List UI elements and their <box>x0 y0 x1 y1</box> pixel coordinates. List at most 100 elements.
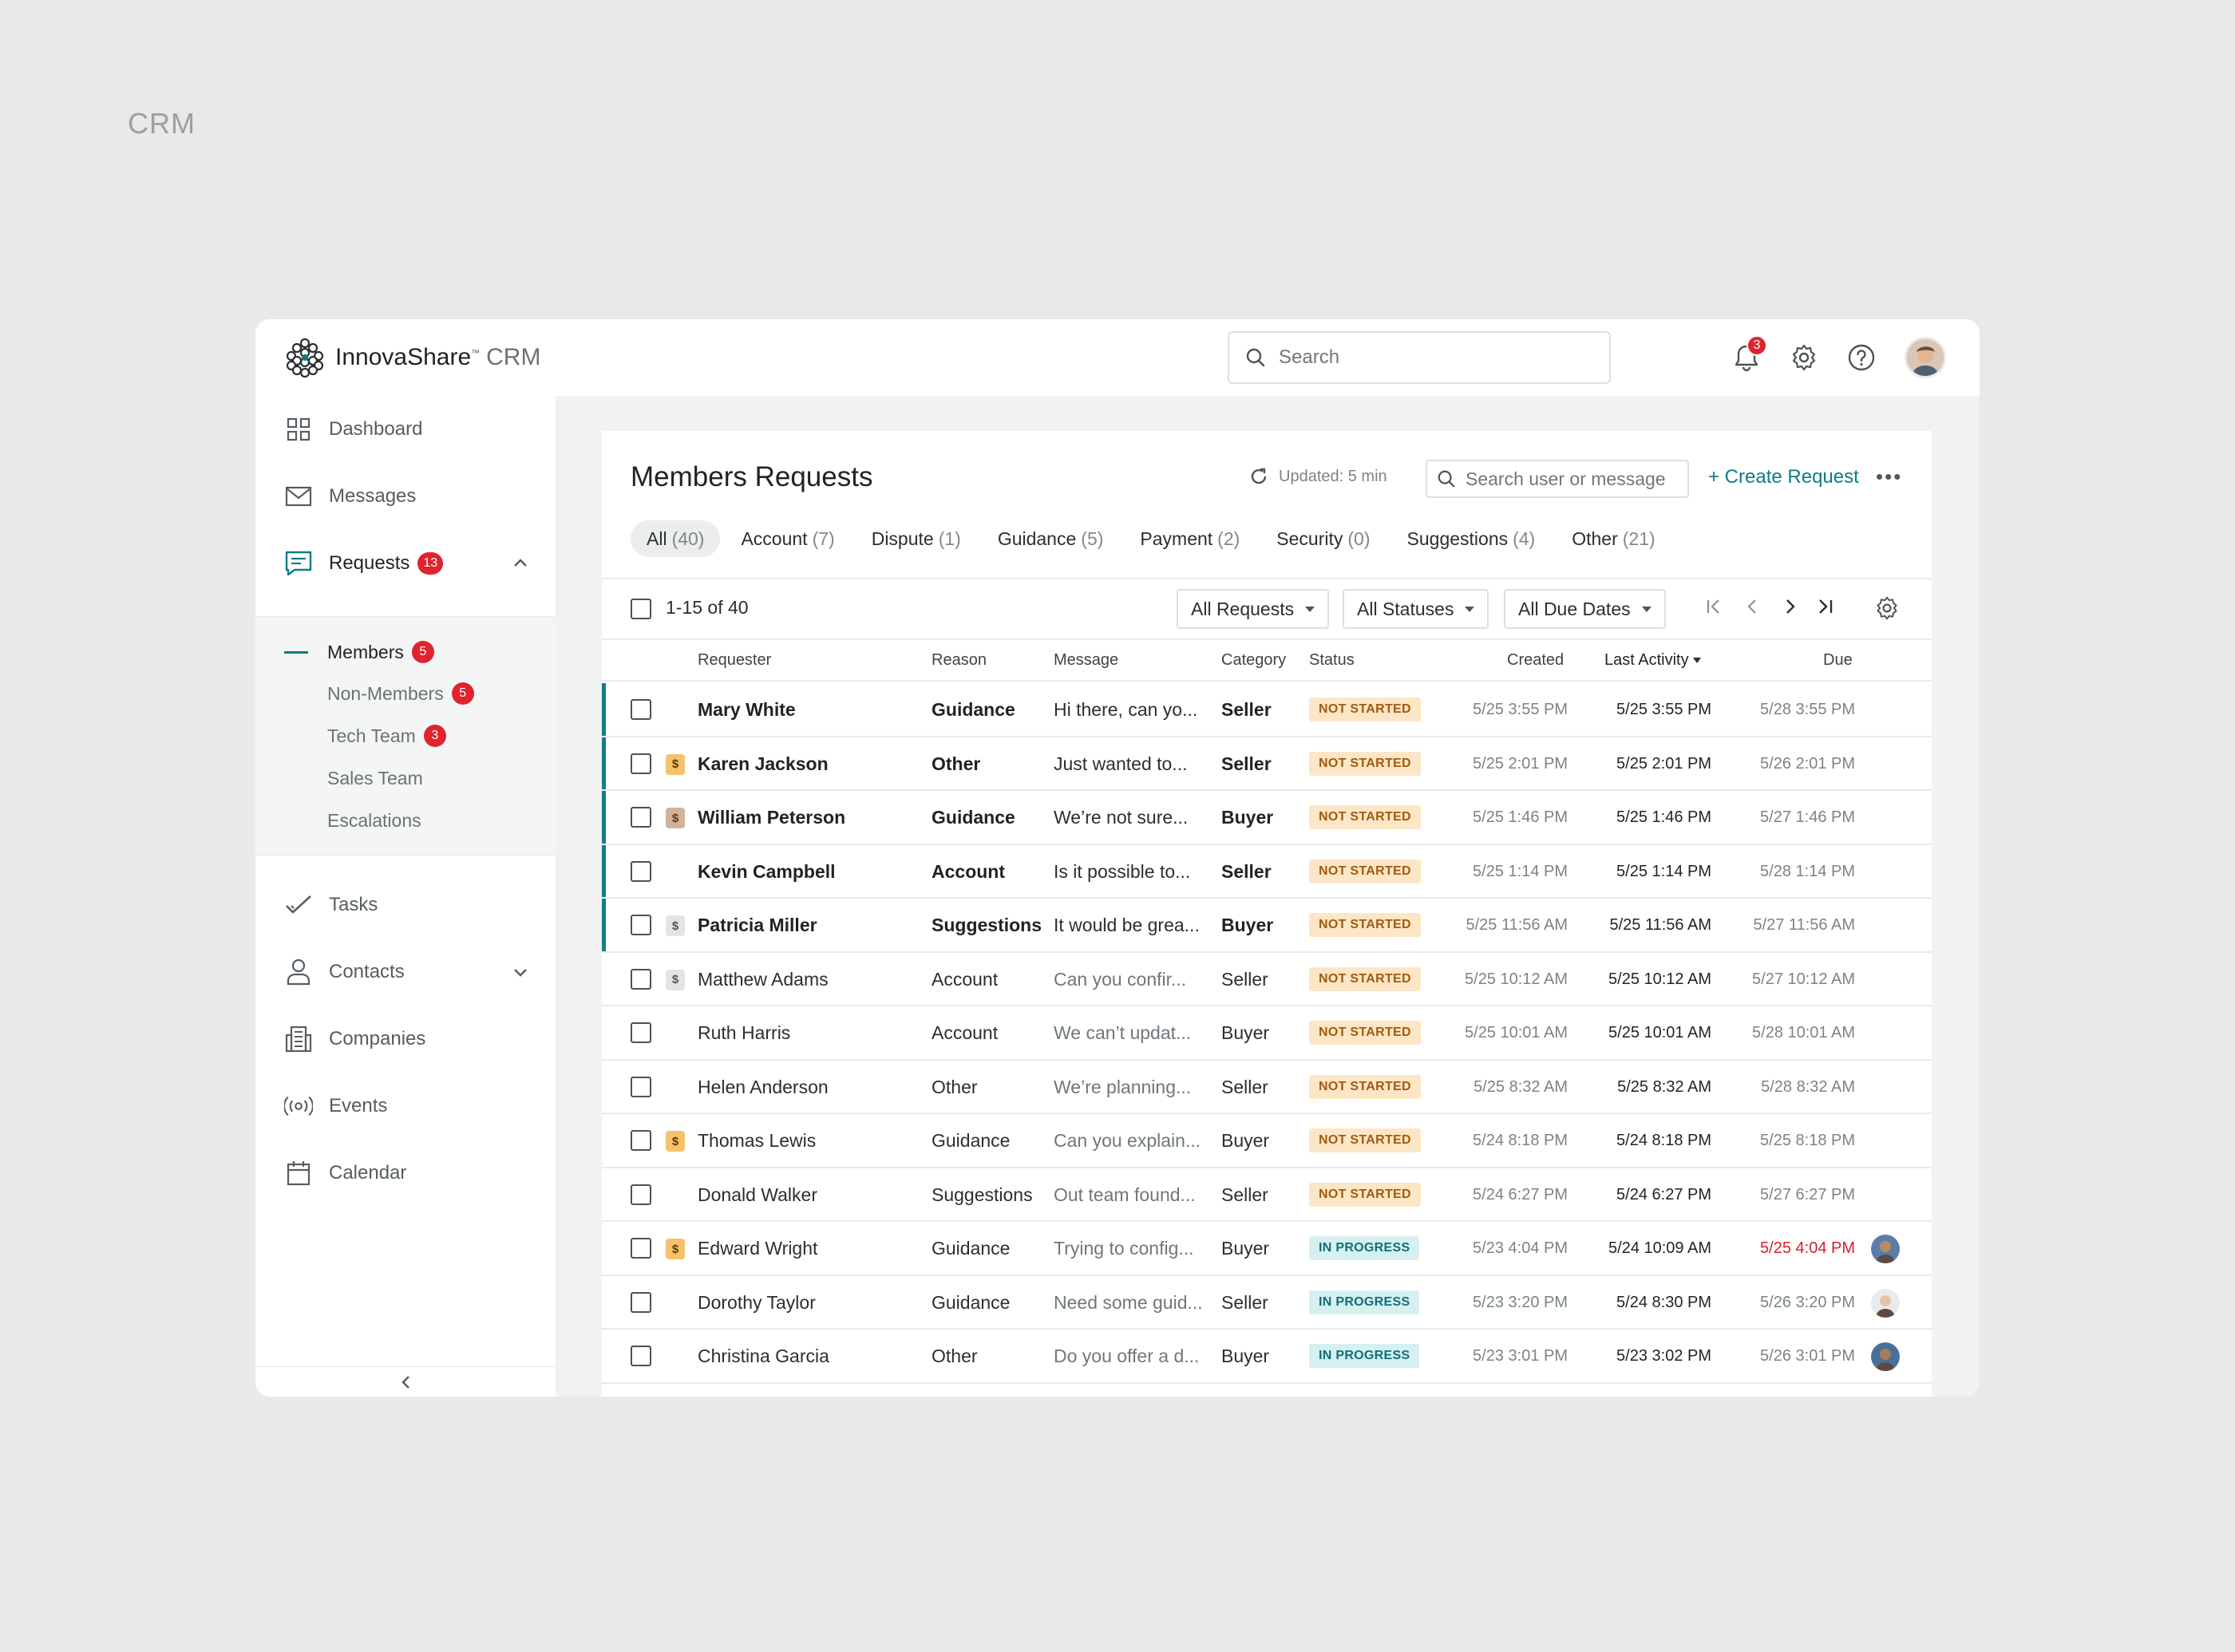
assignee-avatar[interactable] <box>1871 1235 1900 1263</box>
table-row[interactable]: $ Matthew Adams Account Can you confir... Se… <box>602 953 1932 1006</box>
requester-name[interactable]: Mary White <box>698 699 796 721</box>
settings-button[interactable] <box>1786 340 1822 375</box>
row-checkbox[interactable] <box>631 1346 651 1366</box>
notifications-button[interactable]: 3 <box>1729 335 1767 375</box>
requester-name[interactable]: Edward Wright <box>698 1238 817 1259</box>
assignee-avatar[interactable] <box>1871 1342 1900 1371</box>
create-request-button[interactable]: + Create Request <box>1708 466 1859 488</box>
row-checkbox[interactable] <box>631 1022 651 1043</box>
collapse-sidebar-button[interactable] <box>255 1366 556 1397</box>
requester-name[interactable]: Helen Anderson <box>698 1077 829 1098</box>
requester-name[interactable]: Christina Garcia <box>698 1346 829 1367</box>
sidebar-item-contacts[interactable]: Contacts <box>255 939 556 1006</box>
requester-name[interactable]: Karen Jackson <box>698 753 829 775</box>
column-requester[interactable]: Requester <box>698 651 771 670</box>
next-page-icon[interactable] <box>1780 597 1799 616</box>
row-checkbox[interactable] <box>631 753 651 774</box>
table-settings-icon[interactable] <box>1874 595 1900 621</box>
column-due[interactable]: Due <box>1823 651 1853 670</box>
message-preview[interactable]: We can’t updat... <box>1054 1022 1191 1044</box>
requester-name[interactable]: Thomas Lewis <box>698 1130 816 1152</box>
sidebar-item-tasks[interactable]: Tasks <box>255 871 556 939</box>
tab-all[interactable]: All (40) <box>631 520 721 557</box>
message-preview[interactable]: Can you explain... <box>1054 1130 1201 1152</box>
row-checkbox[interactable] <box>631 699 651 720</box>
table-row[interactable]: Mary White Guidance Hi there, can yo... Sel… <box>602 683 1932 737</box>
sidebar-item-messages[interactable]: Messages <box>255 463 556 530</box>
sidebar-item-dashboard[interactable]: Dashboard <box>255 396 556 463</box>
refresh-status[interactable]: Updated: 5 min <box>1248 466 1387 487</box>
assignee-avatar[interactable] <box>1871 1288 1900 1318</box>
previous-page-icon[interactable] <box>1743 597 1762 616</box>
message-preview[interactable]: We’re not sure... <box>1054 807 1188 828</box>
sidebar-item-companies[interactable]: Companies <box>255 1006 556 1073</box>
table-row[interactable]: $ Karen Jackson Other Just wanted to... Sell… <box>602 737 1932 791</box>
row-checkbox[interactable] <box>631 968 651 990</box>
status-filter-dropdown[interactable]: All Statuses <box>1343 589 1489 629</box>
row-checkbox[interactable] <box>631 915 651 935</box>
column-created[interactable]: Created <box>1507 651 1564 670</box>
tab-suggestions[interactable]: Suggestions (4) <box>1391 520 1552 557</box>
message-preview[interactable]: Out team found... <box>1054 1184 1196 1206</box>
table-row[interactable]: $ William Peterson Guidance We’re not sure.… <box>602 791 1932 845</box>
sidebar-item-events[interactable]: Events <box>255 1073 556 1140</box>
table-row[interactable]: $ Edward Wright Guidance Trying to config..… <box>602 1222 1932 1276</box>
more-options-button[interactable]: ••• <box>1876 464 1902 489</box>
row-checkbox[interactable] <box>631 1291 651 1313</box>
requester-name[interactable]: Matthew Adams <box>698 969 829 990</box>
global-search-input[interactable]: Search <box>1228 331 1611 384</box>
message-preview[interactable]: Do you offer a d... <box>1054 1346 1199 1367</box>
tab-other[interactable]: Other (21) <box>1556 520 1671 557</box>
requester-name[interactable]: William Peterson <box>698 807 845 828</box>
requester-name[interactable]: Dorothy Taylor <box>698 1292 816 1314</box>
requester-name[interactable]: Ruth Harris <box>698 1022 790 1044</box>
help-button[interactable] <box>1844 340 1879 375</box>
due-date-filter-dropdown[interactable]: All Due Dates <box>1504 589 1666 629</box>
message-preview[interactable]: It would be grea... <box>1054 915 1200 936</box>
requester-name[interactable]: Patricia Miller <box>698 915 817 936</box>
row-checkbox[interactable] <box>631 1184 651 1205</box>
requester-name[interactable]: Kevin Campbell <box>698 861 836 883</box>
row-checkbox[interactable] <box>631 1076 651 1097</box>
subnav-item-escalations[interactable]: Escalations <box>327 800 421 841</box>
tab-payment[interactable]: Payment (2) <box>1124 520 1256 557</box>
table-row-partial[interactable] <box>602 1384 1932 1397</box>
row-checkbox[interactable] <box>631 807 651 828</box>
column-last-activity[interactable]: Last Activity <box>1604 651 1702 670</box>
user-avatar[interactable] <box>1905 337 1946 378</box>
message-preview[interactable]: Hi there, can yo... <box>1054 699 1197 721</box>
message-preview[interactable]: Just wanted to... <box>1054 753 1187 775</box>
column-message[interactable]: Message <box>1054 651 1118 670</box>
message-preview[interactable]: Can you confir... <box>1054 969 1186 990</box>
row-checkbox[interactable] <box>631 860 651 882</box>
subnav-item-non-members[interactable]: Non-Members 5 <box>327 673 474 714</box>
table-row[interactable]: Kevin Campbell Account Is it possible to..… <box>602 844 1932 899</box>
table-row[interactable]: Dorothy Taylor Guidance Need some guid... S… <box>602 1276 1932 1330</box>
table-row[interactable]: $ Thomas Lewis Guidance Can you explain... B… <box>602 1114 1932 1168</box>
message-preview[interactable]: Is it possible to... <box>1054 861 1190 883</box>
table-row[interactable]: Helen Anderson Other We’re planning... Sell… <box>602 1061 1932 1114</box>
column-category[interactable]: Category <box>1221 651 1286 670</box>
chevron-up-icon[interactable] <box>512 557 528 568</box>
chevron-down-icon[interactable] <box>512 967 528 978</box>
table-row[interactable]: Donald Walker Suggestions Out team found..… <box>602 1168 1932 1222</box>
tab-security[interactable]: Security (0) <box>1260 520 1386 557</box>
message-preview[interactable]: Need some guid... <box>1054 1292 1203 1314</box>
message-preview[interactable]: We’re planning... <box>1054 1077 1191 1098</box>
tab-guidance[interactable]: Guidance (5) <box>982 520 1120 557</box>
first-page-icon[interactable] <box>1705 597 1724 616</box>
requests-filter-dropdown[interactable]: All Requests <box>1177 589 1330 629</box>
subnav-item-sales-team[interactable]: Sales Team <box>327 757 423 799</box>
column-reason[interactable]: Reason <box>932 651 987 670</box>
select-all-checkbox[interactable] <box>631 599 651 619</box>
requester-name[interactable]: Donald Walker <box>698 1184 817 1206</box>
row-checkbox[interactable] <box>631 1130 651 1151</box>
subnav-item-tech-team[interactable]: Tech Team 3 <box>327 715 446 757</box>
table-row[interactable]: $ Patricia Miller Suggestions It would be g… <box>602 899 1932 953</box>
subnav-item-members[interactable]: Members 5 <box>284 631 434 673</box>
last-page-icon[interactable] <box>1815 597 1834 616</box>
tab-dispute[interactable]: Dispute (1) <box>856 520 977 557</box>
sidebar-item-calendar[interactable]: Calendar <box>255 1140 556 1207</box>
sidebar-item-requests[interactable]: Requests 13 <box>255 530 556 597</box>
table-row[interactable]: Ruth Harris Account We can’t updat... Buyer… <box>602 1006 1932 1061</box>
